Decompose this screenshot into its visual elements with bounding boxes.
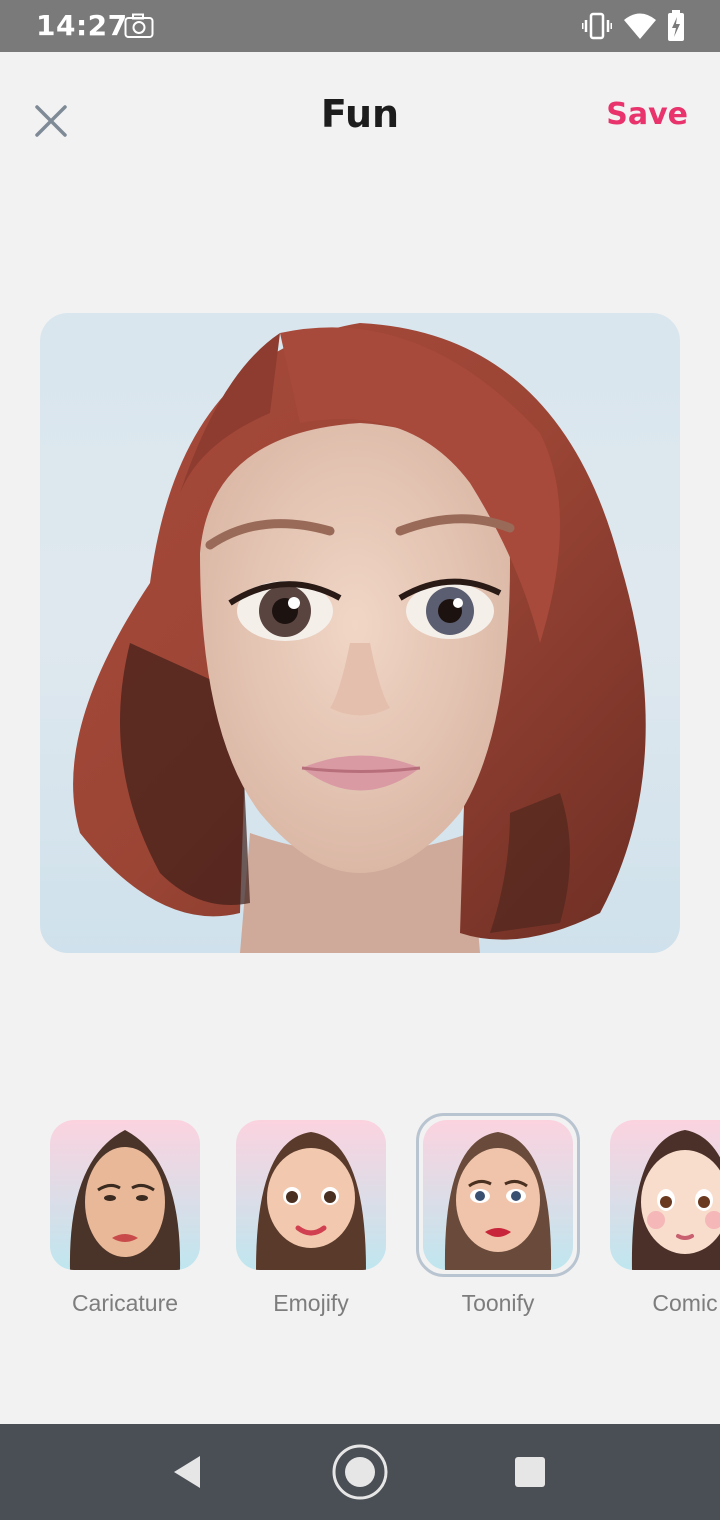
- back-icon[interactable]: [168, 1452, 208, 1492]
- save-button[interactable]: Save: [606, 97, 688, 132]
- vibrate-icon: [582, 12, 612, 40]
- filter-toonify[interactable]: Toonify: [413, 1110, 583, 1330]
- battery-icon: [668, 10, 684, 41]
- filter-label: Toonify: [461, 1290, 535, 1316]
- filter-thumbnail: [50, 1120, 200, 1270]
- filter-comic[interactable]: Comic: [600, 1110, 720, 1330]
- preview-image: [40, 313, 680, 953]
- camera-icon: [124, 13, 154, 38]
- system-nav-bar: [0, 1424, 720, 1520]
- status-bar: 14:27: [0, 0, 720, 52]
- filter-label: Caricature: [71, 1290, 179, 1316]
- recents-icon[interactable]: [514, 1456, 546, 1488]
- home-icon[interactable]: [330, 1442, 390, 1502]
- wifi-icon: [624, 13, 656, 39]
- filter-label: Emojify: [273, 1290, 349, 1316]
- status-time: 14:27: [36, 9, 128, 42]
- filter-strip: Caricature Emojify Toonify Comic: [0, 1110, 720, 1340]
- filter-thumbnail: [236, 1120, 386, 1270]
- filter-label: Comic: [652, 1290, 718, 1316]
- filter-emojify[interactable]: Emojify: [226, 1110, 396, 1330]
- filter-thumbnail: [610, 1120, 720, 1270]
- filter-caricature[interactable]: Caricature: [40, 1110, 210, 1330]
- app-screen: 14:27 Fun Save Caricature Emojify Toonif…: [0, 0, 720, 1520]
- filter-thumbnail: [423, 1120, 573, 1270]
